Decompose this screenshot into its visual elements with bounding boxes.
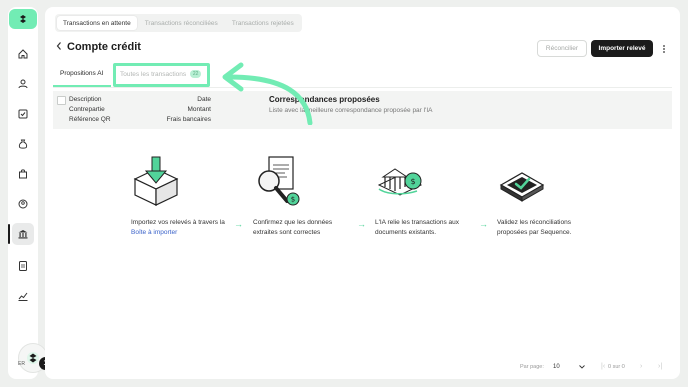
step-confirm: $ Confirmez que les données extraites so…: [253, 155, 353, 238]
prev-page-icon[interactable]: ‹: [621, 363, 623, 370]
document-icon[interactable]: [12, 255, 34, 277]
right-column-labels: Date Montant Frais bancaires: [153, 95, 211, 125]
checkbox-icon[interactable]: [12, 103, 34, 125]
import-box-link[interactable]: Boîte à importer: [131, 228, 231, 238]
transactions-header: Description Contrepartie Référence QR Da…: [53, 91, 672, 129]
divider: [53, 87, 672, 88]
col-counterparty: Contrepartie: [69, 106, 105, 113]
validate-icon: [499, 172, 545, 202]
user-menu[interactable]: ER 1: [18, 343, 52, 373]
svg-text:$: $: [291, 196, 295, 204]
step-import: Importez vos relevés à travers la Boîte …: [131, 155, 231, 238]
magnifier-document-icon: $: [258, 156, 300, 206]
chevron-down-icon: [579, 365, 585, 369]
tab-reconciled[interactable]: Transactions réconciliées: [139, 16, 224, 30]
last-page-icon[interactable]: ›|: [658, 363, 662, 370]
chevron-left-icon: [56, 42, 61, 50]
col-description: Description: [69, 96, 102, 103]
money-bag-icon[interactable]: [12, 133, 34, 155]
users-icon[interactable]: [12, 73, 34, 95]
sidebar: [8, 7, 38, 379]
tab-all-transactions[interactable]: Toutes les transactions 22: [120, 70, 202, 78]
active-indicator: [8, 224, 10, 244]
avatar-initials: ER: [18, 361, 25, 367]
count-badge: 22: [190, 70, 202, 78]
per-page-value: 10: [553, 364, 560, 370]
tab-all-label: Toutes les transactions: [120, 70, 187, 78]
bank-icon[interactable]: [12, 223, 34, 245]
step-confirm-text: Confirmez que les données extraites sont…: [253, 219, 333, 236]
tab-rejected[interactable]: Transactions rejetées: [226, 16, 300, 30]
tab-pending[interactable]: Transactions en attente: [57, 16, 137, 30]
reconcile-button[interactable]: Réconcilier: [537, 40, 587, 57]
home-icon[interactable]: [12, 43, 34, 65]
shopping-bag-icon[interactable]: [12, 163, 34, 185]
page-title: Compte crédit: [67, 41, 141, 53]
svg-text:$: $: [410, 177, 415, 186]
arrow-right-icon: →: [234, 219, 243, 229]
arrow-right-icon: →: [479, 219, 488, 229]
step-ai-link: $ L'IA relie les transactions aux docume…: [375, 155, 475, 238]
chart-icon[interactable]: [12, 285, 34, 307]
left-column-labels: Description Contrepartie Référence QR: [69, 95, 111, 125]
arrow-right-icon: →: [357, 219, 366, 229]
select-all-checkbox[interactable]: [57, 96, 66, 105]
sequence-logo[interactable]: [9, 9, 37, 29]
logo-icon: [20, 15, 26, 23]
step-validate-text: Validez les réconciliations proposées pa…: [497, 219, 572, 236]
step-validate: Validez les réconciliations proposées pa…: [497, 155, 597, 238]
first-page-icon[interactable]: |‹: [601, 363, 605, 370]
col-qr-reference: Référence QR: [69, 116, 111, 123]
user-circle-icon[interactable]: [12, 193, 34, 215]
next-page-icon[interactable]: ›: [640, 363, 642, 370]
sequence-logo-icon: [27, 352, 39, 364]
bank-coin-icon: $: [377, 168, 423, 196]
import-statement-button[interactable]: Importer relevé: [591, 40, 653, 57]
col-amount: Montant: [187, 106, 212, 113]
tab-ai-proposals[interactable]: Propositions AI: [60, 70, 103, 77]
annotation-arrow-icon: [222, 62, 313, 125]
back-button[interactable]: [55, 41, 63, 54]
per-page-select[interactable]: 10: [551, 361, 587, 373]
col-date: Date: [197, 96, 211, 103]
col-bank-fees: Frais bancaires: [166, 116, 211, 123]
more-options-icon[interactable]: [659, 42, 669, 56]
download-box-icon: [133, 156, 179, 206]
main-panel: Transactions en attente Transactions réc…: [45, 7, 680, 379]
step-import-text: Importez vos relevés à travers la: [131, 219, 225, 226]
step-ai-link-text: L'IA relie les transactions aux document…: [375, 219, 459, 236]
transaction-tabs: Transactions en attente Transactions réc…: [55, 14, 302, 32]
per-page-label: Par page:: [520, 364, 544, 370]
